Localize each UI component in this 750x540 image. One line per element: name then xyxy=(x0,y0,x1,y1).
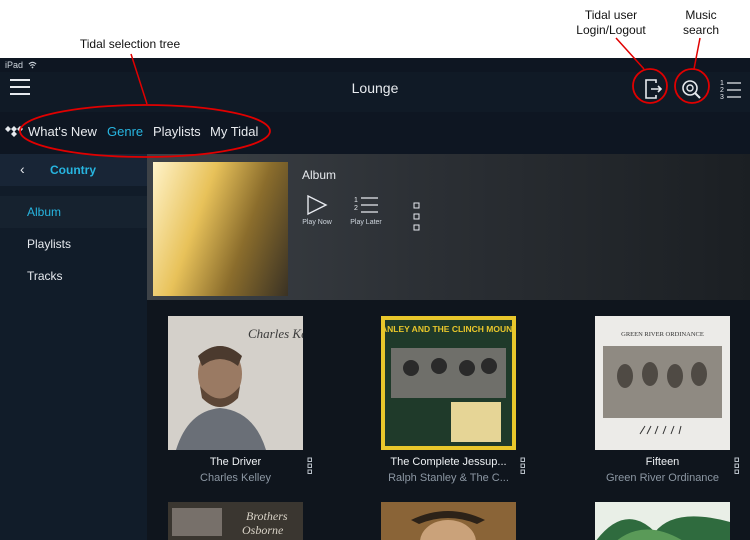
album-cover[interactable] xyxy=(381,502,516,540)
more-icon[interactable] xyxy=(307,457,313,475)
ipad-screen: iPad Lounge 1 2 3 What's New Genre Playl… xyxy=(0,58,750,540)
play-later-button[interactable]: 1 2 Play Later xyxy=(347,194,385,226)
svg-text:1: 1 xyxy=(354,197,358,204)
album-cover[interactable]: GREEN RIVER ORDINANCE xyxy=(595,316,730,450)
sidebar-item-tracks[interactable]: Tracks xyxy=(0,260,147,292)
album-title: The Complete Jessup... xyxy=(390,456,507,468)
album-artist: Charles Kelley xyxy=(200,472,271,484)
album-artist: Ralph Stanley & The C... xyxy=(388,472,509,484)
more-icon[interactable] xyxy=(734,457,740,475)
more-icon[interactable] xyxy=(413,202,421,232)
album-cover[interactable]: Brothers Osborne xyxy=(168,502,303,540)
album-cover[interactable]: RALPH STANLEY AND THE CLINCH MOUNTAIN BO… xyxy=(381,316,516,450)
annotation-music-search: Music search xyxy=(682,8,720,37)
tidal-logo-icon xyxy=(5,126,23,137)
tab-genre[interactable]: Genre xyxy=(107,124,143,139)
svg-text:1: 1 xyxy=(720,80,724,87)
header-title: Album xyxy=(302,168,337,182)
cover-text: RALPH STANLEY AND THE CLINCH MOUNTAIN BO… xyxy=(381,324,516,334)
status-bar: iPad xyxy=(0,58,750,72)
play-later-icon: 1 2 xyxy=(354,197,378,213)
play-now-button[interactable]: Play Now xyxy=(301,194,333,226)
svg-text:2: 2 xyxy=(720,87,724,94)
annotation-login-logout: Tidal user Login/Logout xyxy=(576,8,646,37)
zone-title: Lounge xyxy=(351,80,399,96)
genre-sidebar: ‹ Country Album Playlists Tracks xyxy=(0,154,147,540)
tab-my-tidal[interactable]: My Tidal xyxy=(210,124,258,139)
album-title: Fifteen xyxy=(645,456,680,468)
sidebar-title: Country xyxy=(50,163,96,177)
play-icon xyxy=(307,194,328,216)
cover-text: Charles Kelley xyxy=(248,326,303,341)
album-cover[interactable]: Charles Kelley xyxy=(168,316,303,450)
tab-whats-new[interactable]: What's New xyxy=(28,124,97,139)
top-navbar: Lounge 1 2 3 xyxy=(0,72,750,112)
numbered-list-icon[interactable]: 1 2 3 xyxy=(720,76,742,102)
wifi-icon xyxy=(28,61,37,69)
svg-text:Brothers: Brothers xyxy=(246,509,288,523)
tab-playlists[interactable]: Playlists xyxy=(153,124,201,139)
more-icon[interactable] xyxy=(520,457,526,475)
back-chevron-icon[interactable]: ‹ xyxy=(20,161,25,177)
svg-text:2: 2 xyxy=(354,205,358,212)
header-album-art xyxy=(153,162,288,296)
album-grid: Charles Kelley The Driver Charles Kelley xyxy=(147,300,750,540)
cover-text: GREEN RIVER ORDINANCE xyxy=(621,331,704,338)
play-now-label: Play Now xyxy=(302,219,332,226)
hamburger-icon[interactable] xyxy=(10,79,30,97)
album-header: Album Play Now 1 2 Play Later xyxy=(147,154,750,300)
album-artist: Green River Ordinance xyxy=(605,472,720,484)
svg-text:3: 3 xyxy=(720,94,724,101)
sidebar-item-playlists[interactable]: Playlists xyxy=(0,228,147,260)
search-icon[interactable] xyxy=(678,76,704,102)
annotation-tidal-selection-tree: Tidal selection tree xyxy=(79,37,181,51)
svg-text:Osborne: Osborne xyxy=(242,523,284,537)
device-label: iPad xyxy=(5,60,24,70)
login-logout-icon[interactable] xyxy=(640,76,666,102)
album-cover[interactable] xyxy=(595,502,730,540)
main-content: Album Play Now 1 2 Play Later Charles K … xyxy=(147,154,750,540)
sidebar-item-album[interactable]: Album xyxy=(0,196,147,228)
play-later-label: Play Later xyxy=(350,219,382,226)
tidal-tab-bar: What's New Genre Playlists My Tidal xyxy=(0,112,750,154)
album-title: The Driver xyxy=(209,456,262,468)
sidebar-header: ‹ Country xyxy=(0,154,147,186)
